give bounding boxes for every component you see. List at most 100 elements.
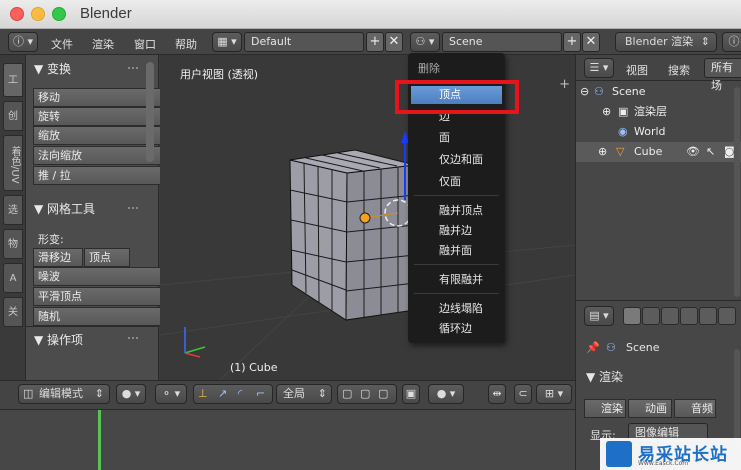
outliner-row-world[interactable]: ◉ World [576, 122, 741, 142]
menu-help[interactable]: 帮助 [175, 36, 197, 52]
transform-orientation-dropdown[interactable]: 全局 ⇕ [276, 384, 332, 404]
scene-tab-icon[interactable] [661, 307, 679, 325]
screen-layout-field[interactable]: Default [244, 32, 364, 52]
manipulator-buttons[interactable]: ⊥ ↗ ◜ ⌐ [193, 384, 273, 404]
select-mode-buttons[interactable]: ▢ ▢ ▢ [337, 384, 397, 404]
smooth-vertex-button[interactable]: 平滑顶点 [33, 287, 161, 306]
push-pull-button[interactable]: 推 / 拉 [33, 166, 161, 185]
outliner-row-render-layers[interactable]: ⊕ ▣ 渲染层 [576, 102, 741, 122]
menu-render[interactable]: 渲染 [92, 36, 114, 52]
tab-shading-uv[interactable]: 着色/UV [3, 135, 23, 191]
outliner-menu-search[interactable]: 搜索 [668, 62, 690, 78]
tab-create[interactable]: 创 [3, 101, 23, 131]
world-tab-icon[interactable] [680, 307, 698, 325]
info-icon: ⓘ ▾ [12, 35, 34, 48]
minimize-window-button[interactable] [31, 7, 45, 21]
snap-toggle-button[interactable]: ⊂ [514, 384, 532, 404]
randomize-button[interactable]: 随机 [33, 307, 161, 326]
mirror-button[interactable]: ⇹ [488, 384, 506, 404]
interaction-mode-dropdown[interactable]: ◫ 编辑模式 ⇕ [18, 384, 110, 404]
edge-collapse-item[interactable]: 边线塌陷 [411, 300, 502, 318]
dissolve-edges-item[interactable]: 融并边 [411, 222, 502, 240]
animation-button[interactable]: 动画 [628, 399, 672, 418]
add-scene-button[interactable]: + [563, 32, 581, 52]
tab-physics[interactable]: 物 [3, 229, 23, 259]
proportional-edit-dropdown[interactable]: ● ▾ [428, 384, 464, 404]
scene-field[interactable]: Scene [442, 32, 562, 52]
remove-scene-button[interactable]: ✕ [582, 32, 600, 52]
tab-relations[interactable]: 关 [3, 297, 23, 327]
dissolve-faces-item[interactable]: 融并面 [411, 242, 502, 260]
x-icon: ✕ [388, 34, 400, 49]
scene-selector[interactable]: ⚇ ▾ [410, 32, 440, 52]
timeline-editor[interactable] [0, 409, 575, 470]
pivot-dropdown[interactable]: ⚬ ▾ [155, 384, 187, 404]
toggle-properties-icon[interactable]: + [559, 77, 570, 92]
collapse-icon[interactable]: ⊖ [580, 82, 589, 102]
noise-button[interactable]: 噪波 [33, 267, 161, 286]
editor-type-outliner-button[interactable]: ☰ ▾ [584, 58, 614, 78]
outliner-row-scene[interactable]: ⊖ ⚇ Scene [576, 82, 741, 102]
rotate-button[interactable]: 旋转 [33, 107, 161, 126]
snap-element-dropdown[interactable]: ⊞ ▾ [536, 384, 572, 404]
audio-button[interactable]: 音频 [674, 399, 716, 418]
render-engine-dropdown[interactable]: Blender 渲染 ⇕ [615, 32, 717, 52]
editor-type-info-button[interactable]: ⓘ ▾ [8, 32, 38, 52]
current-frame-marker[interactable] [98, 410, 101, 470]
scene-icon: ⚇ [606, 341, 616, 354]
timeline-area[interactable] [0, 410, 575, 470]
panel-grip[interactable] [128, 67, 138, 73]
plus-icon: + [369, 34, 381, 49]
close-window-button[interactable] [10, 7, 24, 21]
remove-screen-button[interactable]: ✕ [385, 32, 403, 52]
mesh-tools-panel-header[interactable]: ▼ 网格工具 [34, 200, 95, 217]
delete-faces-item[interactable]: 面 [411, 129, 502, 147]
editor-type-properties-button[interactable]: ▤ ▾ [584, 306, 614, 326]
menu-file[interactable]: 文件 [51, 36, 73, 52]
watermark-url: Www.Easck.Com [638, 460, 689, 467]
zoom-window-button[interactable] [52, 7, 66, 21]
screen-layout-selector[interactable]: ▦ ▾ [212, 32, 242, 52]
panel-grip[interactable] [128, 207, 138, 213]
modifier-tab-icon[interactable] [718, 307, 736, 325]
slide-edge-button[interactable]: 滑移边 [33, 248, 83, 267]
render-tab-camera-icon[interactable] [623, 307, 641, 325]
render-panel-header[interactable]: ▼ 渲染 [586, 368, 623, 385]
outliner-row-cube[interactable]: ⊕ ▽ Cube 👁 ↖ ◙ [576, 142, 741, 162]
3d-view-header: ◫ 编辑模式 ⇕ ● ▾ ⚬ ▾ ⊥ ↗ ◜ ⌐ 全局 ⇕ ▢ ▢ ▢ ▣ ● … [0, 380, 575, 409]
toolshelf-scrollbar[interactable] [146, 62, 154, 162]
occlude-geometry-button[interactable]: ▣ [402, 384, 420, 404]
dissolve-vertices-item[interactable]: 融并顶点 [411, 202, 502, 220]
render-button[interactable]: 渲染 [584, 399, 626, 418]
viewport-shading-dropdown[interactable]: ● ▾ [116, 384, 146, 404]
transform-panel-header[interactable]: ▼ 变换 [34, 60, 71, 77]
render-layers-tab-icon[interactable] [642, 307, 660, 325]
operator-panel-header[interactable]: ▼ 操作项 [34, 331, 83, 348]
scale-button[interactable]: 缩放 [33, 126, 161, 145]
eye-icon[interactable]: 👁 [686, 142, 700, 162]
tab-a[interactable]: A [3, 263, 23, 293]
outliner-display-mode[interactable]: 所有场 [704, 58, 741, 92]
outliner-menu-view[interactable]: 视图 [626, 62, 648, 78]
edge-loops-item[interactable]: 循环边 [411, 320, 502, 338]
add-screen-button[interactable]: + [366, 32, 384, 52]
slide-vertex-button[interactable]: 顶点 [84, 248, 130, 267]
tab-options[interactable]: 选 [3, 195, 23, 225]
move-button[interactable]: 移动 [33, 88, 161, 107]
delete-edges-faces-item[interactable]: 仅边和面 [411, 151, 502, 169]
delete-only-faces-item[interactable]: 仅面 [411, 173, 502, 191]
pin-icon[interactable]: 📌 [586, 341, 600, 354]
menu-window[interactable]: 窗口 [134, 36, 156, 52]
tab-tools[interactable]: 工 [3, 63, 23, 97]
expand-icon[interactable]: ⊕ [598, 142, 607, 162]
object-tab-icon[interactable] [699, 307, 717, 325]
shrink-fatten-button[interactable]: 法向缩放 [33, 146, 161, 165]
translate-icon: ↗ [218, 387, 228, 400]
cursor-icon[interactable]: ↖ [706, 142, 715, 162]
properties-scrollbar[interactable] [734, 349, 740, 449]
limited-dissolve-item[interactable]: 有限融并 [411, 271, 502, 289]
panel-grip[interactable] [128, 337, 138, 343]
outliner-scrollbar[interactable] [734, 87, 740, 297]
expand-icon[interactable]: ⊕ [602, 102, 611, 122]
rotate-icon: ◜ [238, 387, 243, 400]
